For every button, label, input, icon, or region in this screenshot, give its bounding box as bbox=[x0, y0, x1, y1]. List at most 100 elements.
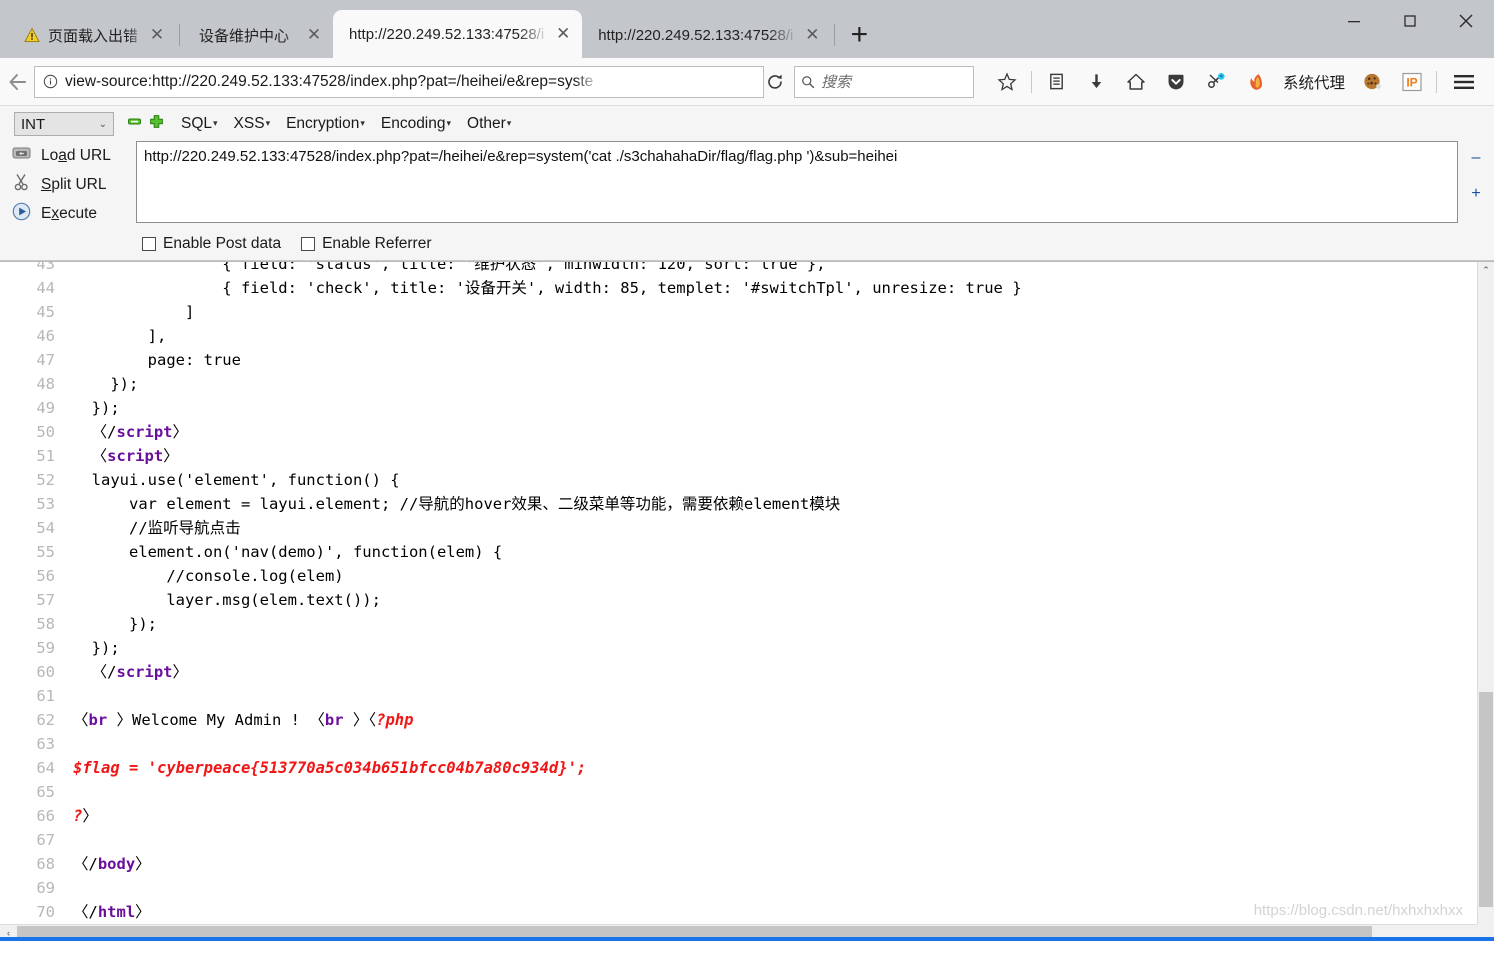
tab-close-button[interactable]: ✕ bbox=[144, 22, 170, 48]
menu-xss[interactable]: XSS▾ bbox=[234, 115, 271, 133]
browser-tab-0[interactable]: 页面载入出错 ✕ bbox=[8, 12, 176, 58]
bottom-accent-bar bbox=[0, 937, 1494, 941]
enable-post-data-checkbox[interactable]: Enable Post data bbox=[142, 235, 281, 253]
tab-divider bbox=[834, 24, 836, 46]
new-tab-button[interactable]: + bbox=[838, 14, 880, 56]
code-token-plain: }); bbox=[73, 639, 120, 657]
code-token-plain: }); bbox=[73, 375, 139, 393]
tab-close-button[interactable]: ✕ bbox=[799, 22, 825, 48]
chevron-down-icon: ⌄ bbox=[98, 118, 107, 130]
type-select[interactable]: INT ⌄ bbox=[14, 112, 114, 136]
back-arrow-icon[interactable] bbox=[6, 62, 30, 102]
address-bar[interactable]: view-source:http://220.249.52.133:47528/… bbox=[34, 65, 764, 98]
code-line: 60 〈/script〉 bbox=[0, 660, 1477, 684]
checkbox-box[interactable] bbox=[142, 237, 156, 251]
maximize-button[interactable] bbox=[1382, 0, 1438, 42]
hackbar-url-field-wrap: http://220.249.52.133:47528/index.php?pa… bbox=[136, 141, 1458, 228]
code-line: 56 //console.log(elem) bbox=[0, 564, 1477, 588]
line-number: 63 bbox=[36, 735, 55, 753]
code-line: 61 bbox=[0, 684, 1477, 708]
load-url-label: Load URL bbox=[41, 146, 111, 164]
load-url-button[interactable]: Load URL bbox=[0, 141, 136, 170]
browser-tab-3[interactable]: http://220.249.52.133:47528/i ✕ bbox=[582, 12, 831, 58]
tab-title: http://220.249.52.133:47528/i bbox=[598, 26, 794, 44]
code-token-plain: //监听导航点击 bbox=[73, 519, 241, 537]
menu-encryption[interactable]: Encryption▾ bbox=[286, 115, 365, 133]
enable-post-data-label: Enable Post data bbox=[163, 235, 282, 252]
hackbar-url-textarea[interactable]: http://220.249.52.133:47528/index.php?pa… bbox=[136, 141, 1458, 223]
code-token-punc: 〉 bbox=[343, 711, 369, 729]
source-code-pane[interactable]: 43 { field: 'status', title: '维护状态', min… bbox=[0, 262, 1477, 941]
tab-close-button[interactable]: ✕ bbox=[550, 21, 576, 47]
hamburger-menu-icon[interactable] bbox=[1442, 63, 1486, 101]
code-line: 66 ?〉 bbox=[0, 804, 1477, 828]
line-number: 60 bbox=[36, 663, 55, 681]
code-token-plain: }); bbox=[73, 615, 157, 633]
code-token-plain: layer.msg(elem.text()); bbox=[73, 591, 381, 609]
code-token-punc: 〈 bbox=[73, 711, 89, 729]
reader-list-icon[interactable] bbox=[1037, 63, 1075, 101]
code-line: 48 }); bbox=[0, 372, 1477, 396]
info-circle-icon[interactable] bbox=[35, 74, 65, 89]
vertical-scroll-thumb[interactable] bbox=[1479, 692, 1493, 907]
enable-referrer-checkbox[interactable]: Enable Referrer bbox=[301, 235, 431, 253]
star-icon[interactable] bbox=[988, 63, 1026, 101]
download-icon[interactable] bbox=[1077, 63, 1115, 101]
tab-divider bbox=[179, 24, 181, 46]
plus-button[interactable] bbox=[150, 115, 163, 133]
menu-encoding[interactable]: Encoding▾ bbox=[381, 115, 451, 133]
code-token-plain: page: true bbox=[73, 351, 241, 369]
line-number: 69 bbox=[36, 879, 55, 897]
pocket-icon[interactable] bbox=[1157, 63, 1195, 101]
split-url-button[interactable]: Split URL bbox=[0, 170, 136, 199]
code-line: 52 layui.use('element', function() { bbox=[0, 468, 1477, 492]
toolbar-divider bbox=[1031, 70, 1032, 93]
search-bar[interactable]: 搜索 bbox=[794, 65, 974, 98]
menu-other[interactable]: Other▾ bbox=[467, 115, 511, 133]
line-number: 55 bbox=[36, 543, 55, 561]
home-icon[interactable] bbox=[1117, 63, 1155, 101]
checkbox-box[interactable] bbox=[301, 237, 316, 251]
reload-icon[interactable] bbox=[766, 63, 784, 101]
line-number: 70 bbox=[36, 903, 55, 921]
vertical-scrollbar[interactable]: ⌃ ⌄ bbox=[1477, 262, 1494, 941]
code-token-punc: 〉 bbox=[163, 447, 179, 465]
system-proxy-label[interactable]: 系统代理 bbox=[1277, 71, 1351, 93]
hackbar-icon[interactable]: * bbox=[1197, 63, 1235, 101]
minimize-button[interactable] bbox=[1326, 0, 1382, 42]
enable-referrer-label: Enable Referrer bbox=[322, 235, 432, 252]
chevron-down-icon: ▾ bbox=[360, 118, 365, 129]
tab-title: 设备维护中心 bbox=[199, 27, 290, 45]
code-line: 45 ] bbox=[0, 300, 1477, 324]
code-token-php: ?php bbox=[376, 711, 414, 729]
code-line: 67 bbox=[0, 828, 1477, 852]
grow-textarea-button[interactable]: + bbox=[1471, 185, 1480, 203]
code-line: 57 layer.msg(elem.text()); bbox=[0, 588, 1477, 612]
tab-title: http://220.249.52.133:47528/i bbox=[349, 25, 545, 43]
code-token-punc: 〉 bbox=[135, 855, 151, 873]
cookie-icon[interactable] bbox=[1353, 63, 1391, 101]
code-token-plain: var element = layui.element; //导航的hover效… bbox=[73, 495, 841, 513]
svg-text:*: * bbox=[1219, 74, 1222, 81]
line-number: 46 bbox=[36, 327, 55, 345]
browser-tab-1[interactable]: 设备维护中心 ✕ bbox=[183, 12, 333, 58]
hackbar-pm-buttons bbox=[128, 115, 163, 133]
tab-close-button[interactable]: ✕ bbox=[301, 22, 327, 48]
hackbar-menu-row: INT ⌄ SQL▾ XSS▾ Encryption▾ Encoding▾ Ot… bbox=[0, 112, 1494, 141]
hackbar-resize-controls: – + bbox=[1458, 141, 1494, 228]
ip-icon[interactable]: IP bbox=[1393, 63, 1431, 101]
firebug-icon[interactable] bbox=[1237, 63, 1275, 101]
shrink-textarea-button[interactable]: – bbox=[1472, 149, 1481, 167]
warning-icon bbox=[24, 27, 40, 43]
scroll-up-arrow-icon[interactable]: ⌃ bbox=[1478, 262, 1494, 279]
close-button[interactable] bbox=[1438, 0, 1494, 42]
line-number: 59 bbox=[36, 639, 55, 657]
code-token-punc: 〈/ bbox=[73, 423, 117, 441]
minus-button[interactable] bbox=[128, 115, 141, 133]
browser-tab-2-active[interactable]: http://220.249.52.133:47528/i ✕ bbox=[333, 10, 583, 58]
line-number: 50 bbox=[36, 423, 55, 441]
execute-button[interactable]: Execute bbox=[0, 199, 136, 228]
menu-sql[interactable]: SQL▾ bbox=[181, 115, 218, 133]
code-line: 47 page: true bbox=[0, 348, 1477, 372]
line-number: 64 bbox=[36, 759, 55, 777]
